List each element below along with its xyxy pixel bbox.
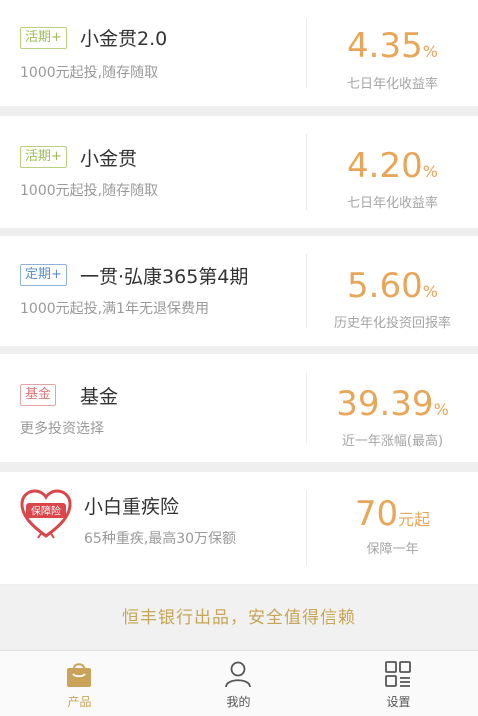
product-subtitle: 更多投资选择 bbox=[20, 421, 104, 437]
rate-unit: % bbox=[422, 42, 438, 61]
product-subtitle: 65种重疾,最高30万保额 bbox=[84, 531, 237, 547]
price-value: 70 bbox=[354, 494, 399, 534]
product-price-block: 70元起 保障一年 bbox=[307, 472, 478, 584]
product-subtitle: 1000元起投,随存随取 bbox=[20, 183, 159, 199]
product-info: 基金 基金 更多投资选择 bbox=[20, 354, 306, 462]
tab-label: 我的 bbox=[226, 695, 251, 709]
rate-label: 近一年涨幅(最高) bbox=[341, 434, 444, 449]
product-rate: 39.39% bbox=[307, 384, 478, 430]
product-rate-block: 4.35% 七日年化收益率 bbox=[307, 0, 478, 106]
product-tag: 活期+ bbox=[20, 27, 67, 49]
rate-unit: % bbox=[433, 400, 449, 419]
rate-value: 5.60 bbox=[347, 266, 423, 306]
rate-unit: % bbox=[422, 162, 438, 181]
product-rate-block: 5.60% 历史年化投资回报率 bbox=[307, 236, 478, 346]
grid-icon bbox=[385, 661, 411, 687]
product-card-insurance[interactable]: 保障险 小白重疾险 65种重疾,最高30万保额 70元起 保障一年 bbox=[0, 472, 478, 584]
product-card-yiguan-hongkang[interactable]: 定期+ 一贯·弘康365第4期 1000元起投,满1年无退保费用 5.60% 历… bbox=[0, 236, 478, 346]
product-rate: 4.35% bbox=[307, 26, 478, 72]
tab-settings[interactable]: 设置 bbox=[319, 651, 478, 716]
insurance-shield-icon: 保障险 bbox=[20, 489, 72, 539]
product-price: 70元起 bbox=[307, 494, 478, 540]
product-rate-block: 39.39% 近一年涨幅(最高) bbox=[307, 354, 478, 462]
product-info: 定期+ 一贯·弘康365第4期 1000元起投,满1年无退保费用 bbox=[20, 236, 306, 346]
price-label: 保障一年 bbox=[366, 542, 419, 557]
product-subtitle: 1000元起投,随存随取 bbox=[20, 65, 159, 81]
rate-label: 七日年化收益率 bbox=[346, 77, 438, 92]
bottom-tab-bar: 产品 我的 设置 bbox=[0, 650, 478, 716]
tab-products[interactable]: 产品 bbox=[0, 651, 159, 716]
rate-value: 39.39 bbox=[336, 384, 434, 424]
user-icon bbox=[225, 661, 251, 688]
product-title: 小白重疾险 bbox=[84, 496, 180, 518]
product-title: 一贯·弘康365第4期 bbox=[80, 266, 249, 288]
tab-label: 产品 bbox=[67, 695, 92, 709]
bag-icon bbox=[67, 663, 91, 687]
tab-label: 设置 bbox=[386, 695, 411, 709]
product-card-xiaojinguan[interactable]: 活期+ 小金贯 1000元起投,随存随取 4.20% 七日年化收益率 bbox=[0, 116, 478, 228]
product-title: 小金贯 bbox=[80, 148, 138, 170]
product-title: 小金贯2.0 bbox=[80, 28, 168, 50]
product-card-fund[interactable]: 基金 基金 更多投资选择 39.39% 近一年涨幅(最高) bbox=[0, 354, 478, 462]
tab-mine[interactable]: 我的 bbox=[159, 651, 318, 716]
product-info: 活期+ 小金贯 1000元起投,随存随取 bbox=[20, 116, 306, 228]
product-rate: 4.20% bbox=[307, 146, 478, 192]
rate-label: 七日年化收益率 bbox=[346, 196, 438, 211]
insurance-badge-text: 保障险 bbox=[31, 505, 61, 518]
product-rate-block: 4.20% 七日年化收益率 bbox=[307, 116, 478, 228]
product-info: 活期+ 小金贯2.0 1000元起投,随存随取 bbox=[20, 0, 306, 106]
product-info: 保障险 小白重疾险 65种重疾,最高30万保额 bbox=[20, 472, 306, 584]
product-tag: 活期+ bbox=[20, 146, 67, 168]
product-title: 基金 bbox=[80, 386, 119, 408]
rate-value: 4.35 bbox=[347, 26, 423, 66]
product-card-xiaojinguan-2[interactable]: 活期+ 小金贯2.0 1000元起投,随存随取 4.35% 七日年化收益率 bbox=[0, 0, 478, 106]
product-subtitle: 1000元起投,满1年无退保费用 bbox=[20, 301, 209, 317]
product-tag: 基金 bbox=[20, 384, 57, 406]
product-rate: 5.60% bbox=[307, 266, 478, 312]
price-unit: 元起 bbox=[398, 510, 431, 529]
rate-value: 4.20 bbox=[347, 146, 423, 186]
product-tag: 定期+ bbox=[20, 264, 67, 286]
rate-unit: % bbox=[422, 282, 438, 301]
slogan-banner: 恒丰银行出品，安全值得信赖 bbox=[0, 586, 478, 650]
rate-label: 历史年化投资回报率 bbox=[333, 316, 451, 331]
